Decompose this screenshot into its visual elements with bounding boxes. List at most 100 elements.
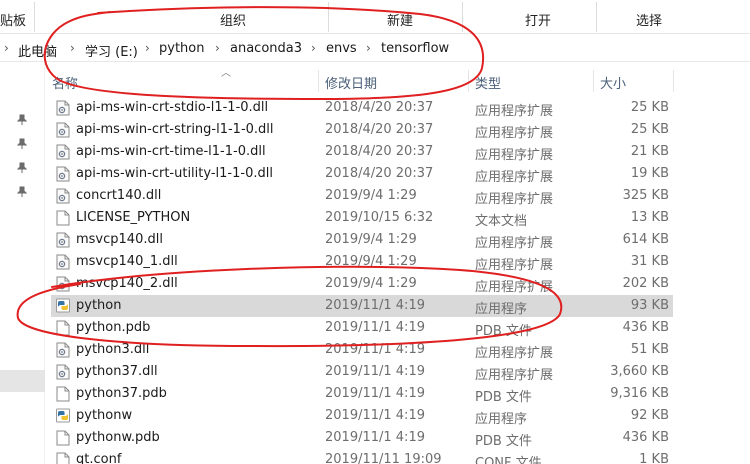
nav-selected-item[interactable] xyxy=(0,370,45,392)
ribbon-divider xyxy=(596,2,597,32)
breadcrumb-drive-e[interactable]: 学习 (E:) xyxy=(85,41,138,60)
python-app-icon xyxy=(56,298,70,314)
column-divider[interactable] xyxy=(593,70,594,92)
chevron-right-icon[interactable]: › xyxy=(366,41,371,55)
file-row[interactable]: api-ms-win-crt-time-l1-1-0.dll 2018/4/20 … xyxy=(51,141,673,163)
breadcrumb[interactable]: › 此电脑 › 学习 (E:) › python › anaconda3 › e… xyxy=(0,36,750,62)
file-row[interactable]: LICENSE_PYTHON 2019/10/15 6:32 文本文档 13 KB xyxy=(51,207,673,229)
file-name: msvcp140.dll xyxy=(76,232,163,247)
file-modified-date: 2019/9/4 1:29 xyxy=(325,276,417,291)
file-type: 应用程序扩展 xyxy=(475,170,554,185)
navigation-pane[interactable] xyxy=(0,62,45,464)
file-name: api-ms-win-crt-utility-l1-1-0.dll xyxy=(76,166,273,181)
file-row[interactable]: python.pdb 2019/11/1 4:19 PDB 文件 436 KB xyxy=(51,317,673,339)
file-modified-date: 2018/4/20 20:37 xyxy=(325,144,434,159)
pin-icon[interactable] xyxy=(17,138,27,150)
breadcrumb-python[interactable]: python xyxy=(159,41,204,56)
dll-file-icon xyxy=(56,100,70,116)
dll-file-icon xyxy=(56,254,70,270)
blank-file-icon xyxy=(56,386,70,402)
file-row[interactable]: api-ms-win-crt-utility-l1-1-0.dll 2018/4/… xyxy=(51,163,673,185)
ribbon-bar: 贴板 组织 新建 打开 选择 xyxy=(0,0,750,34)
file-row[interactable]: concrt140.dll 2019/9/4 1:29 应用程序扩展 325 KB xyxy=(51,185,673,207)
breadcrumb-this-pc[interactable]: 此电脑 xyxy=(18,41,57,60)
file-row[interactable]: msvcp140.dll 2019/9/4 1:29 应用程序扩展 614 KB xyxy=(51,229,673,251)
file-size: 436 KB xyxy=(622,320,669,335)
ribbon-group-select[interactable]: 选择 xyxy=(636,10,662,29)
chevron-right-icon[interactable]: › xyxy=(4,41,9,55)
file-name: python3.dll xyxy=(76,342,150,357)
file-size: 19 KB xyxy=(630,166,669,181)
file-modified-date: 2019/9/4 1:29 xyxy=(325,188,417,203)
file-type: 应用程序 xyxy=(475,412,528,427)
ribbon-group-clipboard[interactable]: 贴板 xyxy=(0,10,26,29)
file-name: LICENSE_PYTHON xyxy=(76,210,191,225)
column-divider[interactable] xyxy=(673,70,674,92)
dll-file-icon xyxy=(56,364,70,380)
file-size: 325 KB xyxy=(622,188,669,203)
chevron-right-icon[interactable]: › xyxy=(70,41,75,55)
column-header-date[interactable]: 修改日期 xyxy=(325,73,377,92)
file-row[interactable]: msvcp140_1.dll 2019/9/4 1:29 应用程序扩展 31 KB xyxy=(51,251,673,273)
ribbon-divider xyxy=(34,2,35,32)
file-size: 21 KB xyxy=(630,144,669,159)
file-row[interactable]: api-ms-win-crt-string-l1-1-0.dll 2018/4/2… xyxy=(51,119,673,141)
file-name: python37.dll xyxy=(76,364,158,379)
file-type: 应用程序扩展 xyxy=(475,236,554,251)
pin-icon[interactable] xyxy=(17,114,27,126)
file-row[interactable]: qt.conf 2019/11/11 19:09 CONF 文件 1 KB xyxy=(51,449,673,464)
file-type: 文本文档 xyxy=(475,214,528,229)
column-divider[interactable] xyxy=(318,70,319,92)
ribbon-divider xyxy=(462,2,463,32)
file-row[interactable]: pythonw.pdb 2019/11/1 4:19 PDB 文件 436 KB xyxy=(51,427,673,449)
column-divider[interactable] xyxy=(468,70,469,92)
dll-file-icon xyxy=(56,276,70,292)
file-name: msvcp140_2.dll xyxy=(76,276,178,291)
file-size: 614 KB xyxy=(622,232,669,247)
dll-file-icon xyxy=(56,188,70,204)
file-type: 应用程序扩展 xyxy=(475,126,554,141)
file-modified-date: 2018/4/20 20:37 xyxy=(325,122,434,137)
file-size: 31 KB xyxy=(630,254,669,269)
file-modified-date: 2019/11/1 4:19 xyxy=(325,298,425,313)
file-name: python xyxy=(76,298,122,313)
chevron-right-icon[interactable]: › xyxy=(311,41,316,55)
file-modified-date: 2019/11/1 4:19 xyxy=(325,364,425,379)
file-modified-date: 2019/9/4 1:29 xyxy=(325,254,417,269)
ribbon-group-open[interactable]: 打开 xyxy=(525,10,551,29)
file-name: pythonw.pdb xyxy=(76,430,160,445)
file-name: concrt140.dll xyxy=(76,188,162,203)
ribbon-group-organize[interactable]: 组织 xyxy=(220,10,246,29)
file-size: 25 KB xyxy=(630,122,669,137)
breadcrumb-envs[interactable]: envs xyxy=(326,41,357,56)
file-row[interactable]: msvcp140_2.dll 2019/9/4 1:29 应用程序扩展 202 KB xyxy=(51,273,673,295)
column-header-type[interactable]: 类型 xyxy=(475,73,501,92)
column-header-row: ︿ 名称 修改日期 类型 大小 xyxy=(45,66,750,92)
file-row[interactable]: python37.pdb 2019/11/1 4:19 PDB 文件 9,316 KB xyxy=(51,383,673,405)
pin-icon[interactable] xyxy=(17,162,27,174)
file-type: 应用程序扩展 xyxy=(475,104,554,119)
file-row[interactable]: python37.dll 2019/11/1 4:19 应用程序扩展 3,660 KB xyxy=(51,361,673,383)
file-type: 应用程序扩展 xyxy=(475,280,554,295)
file-modified-date: 2019/9/4 1:29 xyxy=(325,232,417,247)
file-type: 应用程序 xyxy=(475,302,528,317)
file-modified-date: 2019/11/11 19:09 xyxy=(325,452,442,464)
file-name: python.pdb xyxy=(76,320,151,335)
chevron-right-icon[interactable]: › xyxy=(145,41,150,55)
file-size: 25 KB xyxy=(630,100,669,115)
file-size: 92 KB xyxy=(630,408,669,423)
file-row[interactable]: pythonw 2019/11/1 4:19 应用程序 92 KB xyxy=(51,405,673,427)
breadcrumb-anaconda3[interactable]: anaconda3 xyxy=(230,41,302,56)
file-name: api-ms-win-crt-time-l1-1-0.dll xyxy=(76,144,266,159)
file-row[interactable]: python3.dll 2019/11/1 4:19 应用程序扩展 51 KB xyxy=(51,339,673,361)
file-row[interactable]: api-ms-win-crt-stdio-l1-1-0.dll 2018/4/20… xyxy=(51,97,673,119)
breadcrumb-tensorflow[interactable]: tensorflow xyxy=(381,41,449,56)
file-type: 应用程序扩展 xyxy=(475,192,554,207)
file-row[interactable]: python 2019/11/1 4:19 应用程序 93 KB xyxy=(51,295,673,317)
file-name: api-ms-win-crt-stdio-l1-1-0.dll xyxy=(76,100,269,115)
column-header-size[interactable]: 大小 xyxy=(600,73,626,92)
pin-icon[interactable] xyxy=(17,186,27,198)
chevron-right-icon[interactable]: › xyxy=(215,41,220,55)
ribbon-group-new[interactable]: 新建 xyxy=(387,10,413,29)
column-header-name[interactable]: 名称 xyxy=(52,73,78,92)
